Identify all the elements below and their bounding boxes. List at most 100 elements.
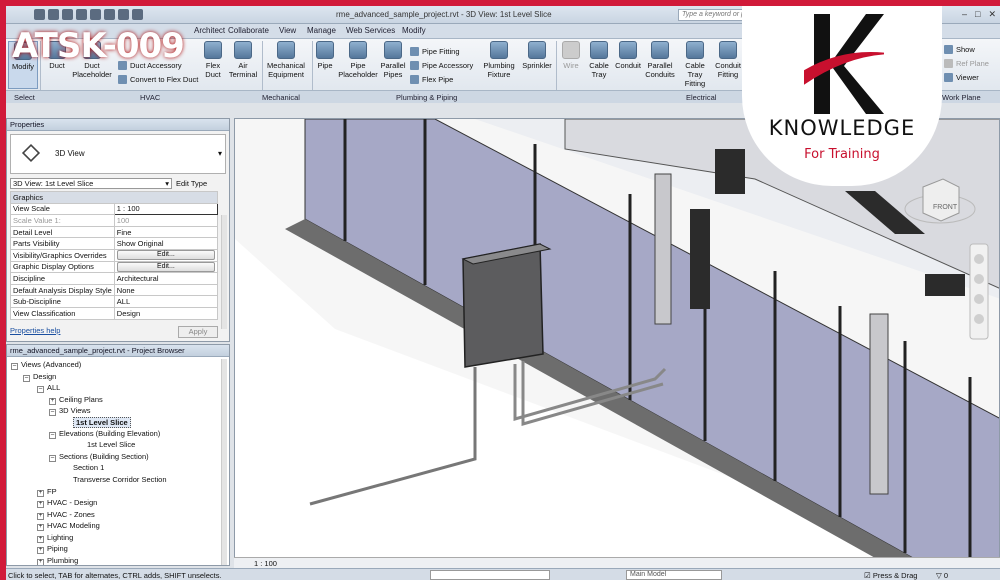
text-icon[interactable]	[104, 9, 115, 20]
tree-node-selected[interactable]: 1st Level Slice	[73, 417, 131, 428]
expand-icon[interactable]: +	[37, 501, 44, 508]
expand-icon[interactable]: +	[37, 524, 44, 531]
edit-type-button[interactable]: Edit Type	[176, 179, 207, 188]
parallel-conduits-button[interactable]: Parallel Conduits	[644, 41, 676, 79]
redo-icon[interactable]	[76, 9, 87, 20]
tree-node[interactable]: – Views (Advanced)	[11, 360, 81, 370]
prop-value[interactable]: ALL	[113, 295, 219, 308]
navigation-bar[interactable]	[969, 243, 989, 340]
zoom-icon[interactable]	[974, 294, 984, 304]
tab-web-services[interactable]: Web Services	[346, 26, 395, 35]
tree-node[interactable]: – Design	[23, 372, 56, 382]
expand-icon[interactable]: +	[37, 490, 44, 497]
undo-icon[interactable]	[62, 9, 73, 20]
panel-hvac[interactable]: HVAC	[140, 93, 160, 102]
cable-tray-fitting-button[interactable]: Cable Tray Fitting	[678, 41, 712, 88]
tree-node[interactable]: – Sections (Building Section)	[49, 452, 149, 462]
steering-wheel-icon[interactable]	[974, 254, 984, 264]
prop-value[interactable]: Architectural	[113, 272, 219, 285]
prop-value[interactable]: Show Original	[113, 237, 219, 250]
ref-plane-button[interactable]: Ref Plane	[944, 59, 989, 68]
tree-node[interactable]: + HVAC - Design	[37, 498, 97, 508]
sprinkler-button[interactable]: Sprinkler	[520, 41, 554, 70]
maximize-icon[interactable]: □	[975, 9, 980, 20]
save-icon[interactable]	[48, 9, 59, 20]
flex-pipe-button[interactable]: Flex Pipe	[410, 75, 453, 84]
model-dropdown[interactable]: Main Model	[626, 570, 722, 580]
tree-node[interactable]: + Piping	[37, 544, 68, 554]
pan-icon[interactable]	[974, 274, 984, 284]
filter-icon[interactable]: ▽ 0	[936, 571, 948, 580]
conduit-button[interactable]: Conduit	[614, 41, 642, 70]
display-options-edit-button[interactable]: Edit...	[116, 262, 215, 272]
tree-node[interactable]: + HVAC Modeling	[37, 521, 100, 531]
orbit-icon[interactable]	[974, 314, 984, 324]
tab-view[interactable]: View	[279, 26, 296, 35]
conduit-fitting-button[interactable]: Conduit Fitting	[714, 41, 742, 79]
tree-node[interactable]: – ALL	[37, 383, 60, 393]
properties-help-link[interactable]: Properties help	[10, 326, 60, 335]
tab-collaborate[interactable]: Collaborate	[228, 26, 269, 35]
measure-icon[interactable]	[90, 9, 101, 20]
browser-scrollbar[interactable]	[221, 359, 227, 565]
cable-tray-button[interactable]: Cable Tray	[586, 41, 612, 79]
3d-viewport[interactable]: FRONT	[234, 118, 1000, 568]
collapse-icon[interactable]: –	[49, 432, 56, 439]
plumbing-fixture-button[interactable]: Plumbing Fixture	[480, 41, 518, 79]
convert-flex-duct-button[interactable]: Convert to Flex Duct	[118, 75, 198, 84]
properties-scrollbar[interactable]	[221, 215, 227, 329]
expand-icon[interactable]: +	[49, 398, 56, 405]
tree-node[interactable]: 1st Level Slice	[87, 440, 135, 449]
view-scale-field[interactable]: 1 : 100	[113, 202, 219, 216]
tree-node[interactable]: Transverse Corridor Section	[73, 475, 167, 484]
collapse-icon[interactable]: –	[49, 409, 56, 416]
collapse-icon[interactable]: –	[23, 375, 30, 382]
tree-node[interactable]: + FP	[37, 487, 57, 497]
tab-manage[interactable]: Manage	[307, 26, 336, 35]
instance-dropdown[interactable]: 3D View: 1st Level Slice	[10, 177, 172, 189]
open-icon[interactable]	[34, 9, 45, 20]
pipe-button[interactable]: Pipe	[314, 41, 336, 70]
view-scale-label[interactable]: 1 : 100	[254, 559, 277, 568]
panel-mechanical[interactable]: Mechanical	[262, 93, 300, 102]
pipe-accessory-button[interactable]: Pipe Accessory	[410, 61, 473, 70]
tree-node[interactable]: + Lighting	[37, 533, 73, 543]
vg-overrides-edit-button[interactable]: Edit...	[116, 250, 215, 261]
tree-node[interactable]: Section 1	[73, 463, 104, 472]
pipe-placeholder-button[interactable]: Pipe Placeholder	[338, 41, 378, 79]
panel-select[interactable]: Select	[14, 93, 35, 102]
apply-button[interactable]: Apply	[178, 326, 218, 338]
pipe-fitting-button[interactable]: Pipe Fitting	[410, 47, 460, 56]
expand-icon[interactable]: +	[37, 513, 44, 520]
viewer-button[interactable]: Viewer	[944, 73, 979, 82]
panel-work-plane[interactable]: Work Plane	[942, 93, 981, 102]
collapse-icon[interactable]: –	[11, 363, 18, 370]
3d-view-icon[interactable]	[118, 9, 129, 20]
tree-node[interactable]: + Ceiling Plans	[49, 395, 103, 405]
wire-button[interactable]: Wire	[560, 41, 582, 70]
tree-node[interactable]: –3D Views	[49, 406, 91, 416]
tree-node[interactable]: + HVAC - Zones	[37, 510, 95, 520]
prop-value[interactable]: Fine	[113, 225, 219, 239]
prop-value[interactable]: Design	[113, 306, 219, 320]
workset-dropdown[interactable]	[430, 570, 550, 580]
close-icon[interactable]: ✕	[988, 9, 996, 20]
tree-node[interactable]: + Plumbing	[37, 556, 78, 565]
section-icon[interactable]	[132, 9, 143, 20]
panel-plumbing[interactable]: Plumbing & Piping	[396, 93, 457, 102]
tree-node[interactable]: – Elevations (Building Elevation)	[49, 429, 160, 439]
collapse-icon[interactable]: –	[37, 386, 44, 393]
press-drag-toggle[interactable]: ☑ Press & Drag	[864, 571, 917, 580]
tab-modify[interactable]: Modify	[402, 26, 426, 35]
parallel-pipes-button[interactable]: Parallel Pipes	[380, 41, 406, 79]
panel-electrical[interactable]: Electrical	[686, 93, 716, 102]
show-workplane-button[interactable]: Show	[944, 45, 975, 54]
expand-icon[interactable]: +	[37, 547, 44, 554]
prop-value[interactable]: None	[113, 283, 219, 297]
air-terminal-button[interactable]: Air Terminal	[226, 41, 260, 79]
expand-icon[interactable]: +	[37, 536, 44, 543]
expand-icon[interactable]: +	[37, 559, 44, 565]
mechanical-equipment-button[interactable]: Mechanical Equipment	[264, 41, 308, 79]
collapse-icon[interactable]: –	[49, 455, 56, 462]
type-selector[interactable]: 3D View ▾	[10, 134, 226, 174]
